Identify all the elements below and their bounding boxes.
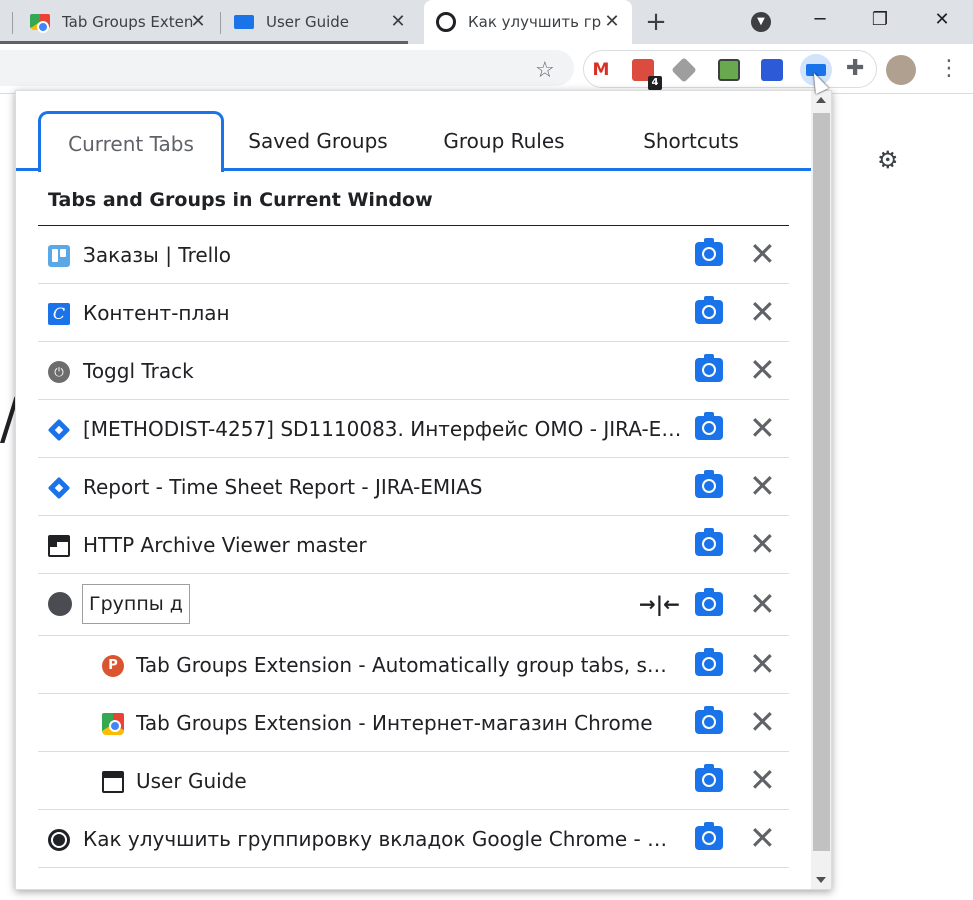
camera-icon[interactable] bbox=[695, 588, 723, 616]
camera-icon[interactable] bbox=[695, 528, 723, 556]
browser-tab-active[interactable]: Как улучшить гр ✕ bbox=[424, 0, 632, 44]
close-icon[interactable]: ✕ bbox=[749, 295, 776, 329]
browser-tabstrip: Tab Groups Exten ✕ User Guide ✕ Как улуч… bbox=[0, 0, 973, 44]
camera-icon[interactable] bbox=[695, 764, 723, 792]
scrollbar-thumb[interactable] bbox=[813, 113, 830, 851]
gmail-extension-icon[interactable]: M bbox=[590, 59, 612, 81]
bookmark-star-icon[interactable]: ☆ bbox=[535, 58, 555, 83]
jira-icon bbox=[47, 418, 71, 442]
close-icon[interactable]: ✕ bbox=[749, 647, 776, 681]
close-icon[interactable]: ✕ bbox=[749, 353, 776, 387]
scroll-down-arrow-icon[interactable] bbox=[816, 877, 826, 883]
window-icon bbox=[234, 15, 254, 29]
group-name-input[interactable] bbox=[82, 584, 190, 624]
section-heading: Tabs and Groups in Current Window bbox=[48, 189, 433, 211]
tab-row[interactable]: HTTP Archive Viewer master ✕ bbox=[38, 516, 789, 574]
tab-title[interactable]: Report - Time Sheet Report - JIRA-EMIAS bbox=[83, 458, 683, 516]
tab-group-rules[interactable]: Group Rules bbox=[412, 111, 596, 171]
tab-title[interactable]: Заказы | Trello bbox=[83, 226, 683, 284]
close-icon[interactable]: ✕ bbox=[749, 237, 776, 271]
trello-extension-icon[interactable] bbox=[761, 59, 783, 81]
chrome-webstore-icon bbox=[30, 14, 50, 33]
camera-icon[interactable] bbox=[695, 412, 723, 440]
restore-button[interactable]: ❐ bbox=[863, 6, 897, 34]
group-color-dot-icon[interactable] bbox=[48, 592, 72, 616]
popup-scrollbar[interactable] bbox=[811, 91, 831, 889]
tab-groups-popup: Current Tabs Saved Groups Group Rules Sh… bbox=[15, 90, 832, 890]
close-icon[interactable]: ✕ bbox=[749, 763, 776, 797]
camera-icon[interactable] bbox=[695, 470, 723, 498]
camera-icon[interactable] bbox=[695, 296, 723, 324]
todoist-extension-icon[interactable]: 4 bbox=[632, 59, 662, 90]
tab-separator bbox=[12, 12, 13, 34]
allio-icon bbox=[436, 12, 456, 32]
close-icon[interactable]: ✕ bbox=[749, 821, 776, 855]
minimize-button[interactable]: ─ bbox=[803, 6, 837, 34]
tab-current-tabs[interactable]: Current Tabs bbox=[38, 111, 224, 172]
window-close-button[interactable]: ✕ bbox=[925, 6, 959, 34]
tab-row[interactable]: P Tab Groups Extension - Automatically g… bbox=[38, 636, 789, 694]
camera-icon[interactable] bbox=[695, 238, 723, 266]
close-icon[interactable]: ✕ bbox=[749, 411, 776, 445]
close-tab-icon[interactable]: ✕ bbox=[602, 12, 622, 32]
address-bar[interactable] bbox=[0, 50, 574, 86]
camera-icon[interactable] bbox=[695, 648, 723, 676]
browser-tab-tab-groups[interactable]: Tab Groups Exten ✕ bbox=[18, 0, 218, 44]
tab-row[interactable]: Как улучшить группировку вкладок Google … bbox=[38, 810, 789, 868]
close-icon[interactable]: ✕ bbox=[749, 469, 776, 503]
new-tab-button[interactable]: + bbox=[643, 9, 669, 35]
tab-row[interactable]: Заказы | Trello ✕ bbox=[38, 226, 789, 284]
scroll-up-arrow-icon[interactable] bbox=[816, 97, 826, 103]
tab-saved-groups[interactable]: Saved Groups bbox=[226, 111, 410, 171]
todoist-badge: 4 bbox=[648, 76, 662, 90]
tab-row[interactable]: [METHODIST-4257] SD1110083. Интерфейс ОМ… bbox=[38, 400, 789, 458]
tab-list: Заказы | Trello ✕ C Контент-план ✕ ⏻ Tog… bbox=[38, 226, 789, 868]
tab-row[interactable]: ⏻ Toggl Track ✕ bbox=[38, 342, 789, 400]
tab-row[interactable]: Tab Groups Extension - Интернет-магазин … bbox=[38, 694, 789, 752]
trello-icon bbox=[48, 245, 70, 267]
screenshot-extension-icon[interactable] bbox=[718, 59, 740, 81]
window-icon bbox=[48, 535, 70, 557]
profile-avatar[interactable] bbox=[886, 55, 916, 85]
extensions-puzzle-icon[interactable]: ✚ bbox=[846, 56, 864, 81]
tab-title[interactable]: Tab Groups Extension - Automatically gro… bbox=[136, 636, 676, 694]
close-icon[interactable]: ✕ bbox=[749, 705, 776, 739]
close-tab-icon[interactable]: ✕ bbox=[188, 12, 208, 32]
tab-title[interactable]: [METHODIST-4257] SD1110083. Интерфейс ОМ… bbox=[83, 400, 683, 458]
collapse-group-icon[interactable]: →|← bbox=[639, 592, 680, 616]
chrome-menu-icon[interactable]: ⋮ bbox=[938, 55, 960, 83]
tab-shortcuts[interactable]: Shortcuts bbox=[599, 111, 783, 171]
allio-icon bbox=[48, 829, 70, 851]
tab-title[interactable]: HTTP Archive Viewer master bbox=[83, 516, 683, 574]
tab-search-icon[interactable]: ▼ bbox=[751, 12, 771, 32]
tab-title[interactable]: Как улучшить группировку вкладок Google … bbox=[83, 810, 673, 868]
close-icon[interactable]: ✕ bbox=[749, 527, 776, 561]
page-settings-gear-icon[interactable]: ⚙ bbox=[877, 146, 899, 174]
product-hunt-icon: P bbox=[102, 655, 124, 677]
tab-title[interactable]: Контент-план bbox=[83, 284, 683, 342]
content-plan-icon: C bbox=[48, 303, 70, 325]
camera-icon[interactable] bbox=[695, 354, 723, 382]
camera-icon[interactable] bbox=[695, 706, 723, 734]
tab-row[interactable]: Report - Time Sheet Report - JIRA-EMIAS … bbox=[38, 458, 789, 516]
close-icon[interactable]: ✕ bbox=[749, 587, 776, 621]
tab-separator bbox=[220, 12, 221, 34]
popup-tab-bar: Current Tabs Saved Groups Group Rules Sh… bbox=[16, 91, 811, 172]
window-icon bbox=[102, 771, 124, 793]
chrome-webstore-icon bbox=[102, 713, 124, 735]
jira-icon bbox=[47, 476, 71, 500]
close-tab-icon[interactable]: ✕ bbox=[388, 12, 408, 32]
tab-title[interactable]: User Guide bbox=[136, 752, 676, 810]
tab-title[interactable]: Tab Groups Extension - Интернет-магазин … bbox=[136, 694, 676, 752]
tab-row[interactable]: User Guide ✕ bbox=[38, 752, 789, 810]
browser-tab-user-guide[interactable]: User Guide ✕ bbox=[222, 0, 418, 44]
tab-title[interactable]: Toggl Track bbox=[83, 342, 683, 400]
group-header-row[interactable]: →|← ✕ bbox=[38, 574, 789, 636]
camera-icon[interactable] bbox=[695, 822, 723, 850]
toggl-icon: ⏻ bbox=[48, 361, 70, 383]
tab-row[interactable]: C Контент-план ✕ bbox=[38, 284, 789, 342]
